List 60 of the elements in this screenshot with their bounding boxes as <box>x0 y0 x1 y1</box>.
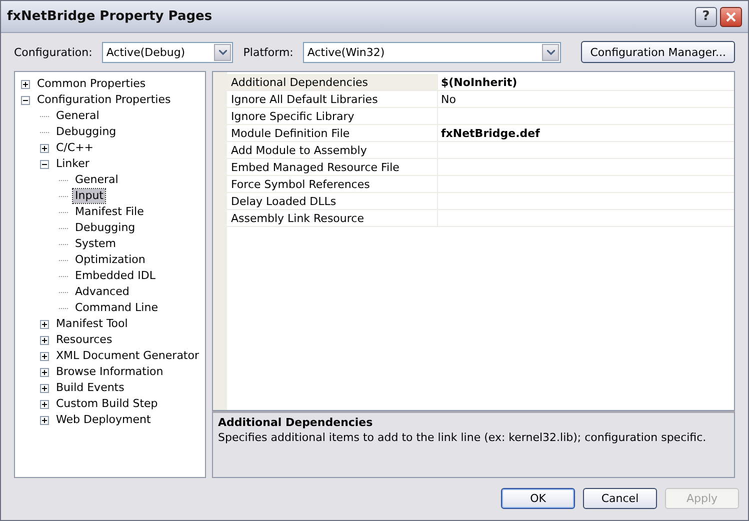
platform-dropdown[interactable]: Active(Win32) <box>303 42 562 62</box>
collapse-icon[interactable] <box>21 96 30 104</box>
tree-item[interactable]: Manifest File <box>73 205 146 219</box>
property-name[interactable]: Delay Loaded DLLs <box>227 193 438 210</box>
tree-item[interactable]: Custom Build Step <box>54 397 160 411</box>
property-name[interactable]: Force Symbol References <box>227 176 438 193</box>
tree-item[interactable]: Debugging <box>54 125 118 139</box>
tree-item[interactable]: Command Line <box>73 301 160 315</box>
expand-icon[interactable] <box>40 320 49 328</box>
configuration-manager-button[interactable]: Configuration Manager... <box>581 41 735 63</box>
tree-item[interactable]: System <box>73 237 118 251</box>
expand-icon[interactable] <box>40 368 49 376</box>
tree-item[interactable]: Browse Information <box>54 365 166 379</box>
description-title: Additional Dependencies <box>218 416 374 429</box>
dialog-button[interactable]: OK <box>501 488 575 509</box>
tree-item[interactable]: Web Deployment <box>54 413 153 427</box>
property-name[interactable]: Ignore All Default Libraries <box>227 91 438 108</box>
expand-icon[interactable] <box>40 384 49 392</box>
collapse-icon[interactable] <box>40 160 49 168</box>
property-name[interactable]: Assembly Link Resource <box>227 210 438 227</box>
help-button[interactable]: ? <box>695 6 717 26</box>
caret-icon <box>546 50 555 54</box>
property-name[interactable]: Add Module to Assembly <box>227 142 438 159</box>
property-name[interactable]: Embed Managed Resource File <box>227 159 438 176</box>
expand-icon[interactable] <box>40 144 49 152</box>
property-value[interactable]: fxNetBridge.def <box>441 126 540 140</box>
tree-item[interactable]: Build Events <box>54 381 126 395</box>
tree-item[interactable]: Configuration Properties <box>35 93 173 107</box>
configuration-dropdown[interactable]: Active(Debug) <box>102 42 234 62</box>
property-name[interactable]: Additional Dependencies <box>227 74 438 91</box>
tree-item[interactable]: Optimization <box>73 253 148 267</box>
tree-item[interactable]: Common Properties <box>35 77 148 91</box>
tree-item[interactable]: Resources <box>54 333 114 347</box>
property-value[interactable]: No <box>441 92 456 106</box>
expand-icon[interactable] <box>40 336 49 344</box>
tree-item[interactable]: Debugging <box>73 221 138 235</box>
close-icon <box>726 12 736 22</box>
property-name[interactable]: Module Definition File <box>227 125 438 142</box>
property-name[interactable]: Ignore Specific Library <box>227 108 438 125</box>
dialog-button[interactable]: Cancel <box>583 488 657 509</box>
tree-item[interactable]: Input <box>73 189 106 203</box>
expand-icon[interactable] <box>40 416 49 424</box>
description-text: Specifies additional items to add to the link line (ex: kernel32.lib); configuration specific. <box>218 431 708 444</box>
tree-item[interactable]: Manifest Tool <box>54 317 130 331</box>
tree-item[interactable]: XML Document Generator <box>54 349 201 363</box>
close-button[interactable] <box>720 6 742 26</box>
platform-label: Platform: <box>243 46 294 58</box>
tree-item[interactable]: General <box>54 109 102 123</box>
caret-icon <box>218 50 227 54</box>
expand-icon[interactable] <box>40 400 49 408</box>
property-value[interactable]: $(NoInherit) <box>441 76 518 88</box>
tree-item[interactable]: Advanced <box>73 285 132 299</box>
configuration-label: Configuration: <box>14 46 92 58</box>
tree-item[interactable]: Linker <box>54 157 92 171</box>
expand-icon[interactable] <box>21 80 30 88</box>
expand-icon[interactable] <box>40 352 49 360</box>
tree-item[interactable]: C/C++ <box>54 141 96 155</box>
tree-item[interactable]: Embedded IDL <box>73 269 158 283</box>
tree-item[interactable]: General <box>73 173 120 187</box>
window-title: fxNetBridge Property Pages <box>7 9 212 24</box>
